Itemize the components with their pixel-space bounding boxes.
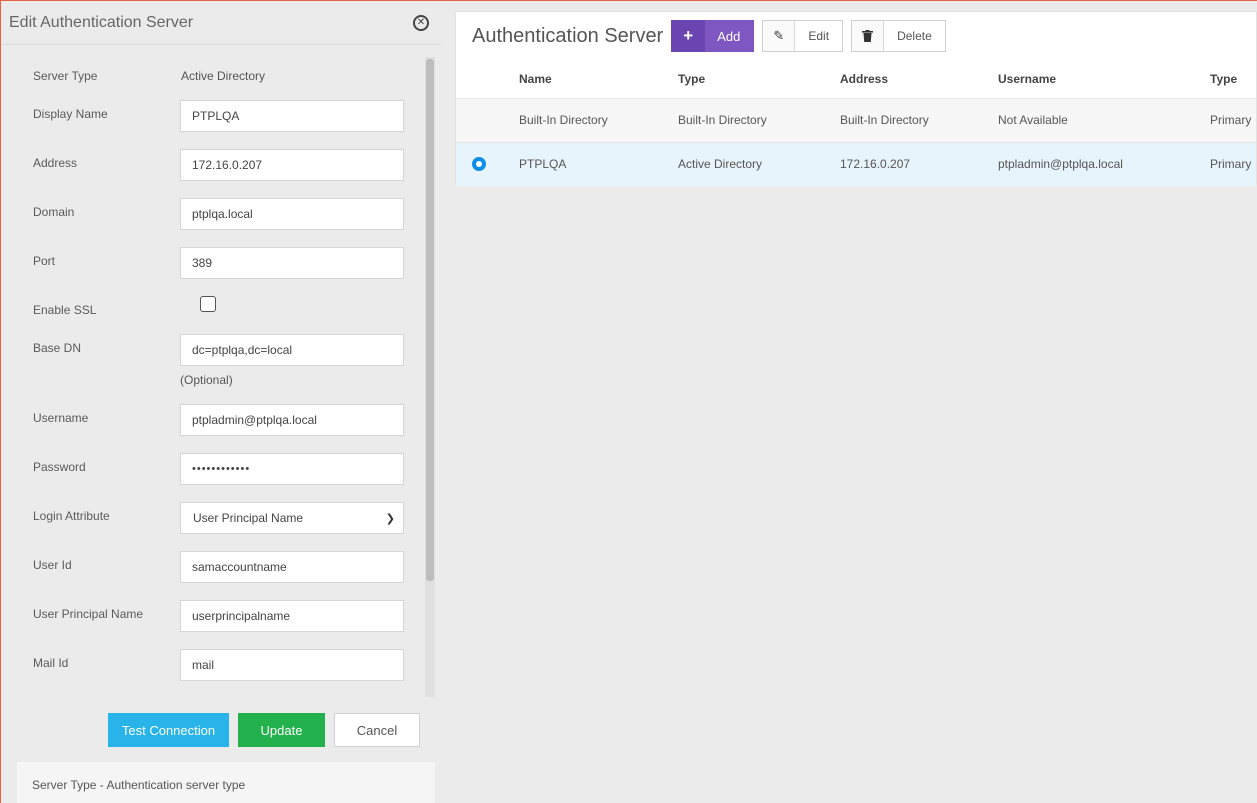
base-dn-label: Base DN (33, 341, 82, 355)
display-name-label: Display Name (33, 107, 108, 121)
login-attribute-label: Login Attribute (33, 509, 110, 523)
base-dn-input[interactable]: dc=ptplqa,dc=local (180, 334, 404, 366)
scrollbar-thumb[interactable] (426, 59, 434, 581)
column-header-name[interactable]: Name (519, 60, 678, 98)
help-text: Server Type - Authentication server type (17, 762, 435, 803)
server-type-value: Active Directory (181, 69, 266, 83)
table-header-row: Name Type Address Username Type (456, 60, 1256, 98)
servers-table: Name Type Address Username Type Built-In… (456, 60, 1256, 186)
user-principal-name-label: User Principal Name (33, 607, 144, 621)
cell-type: Built-In Directory (678, 97, 840, 142)
pencil-icon: ✎ (763, 21, 796, 51)
mail-id-label: Mail Id (33, 656, 69, 670)
user-id-label: User Id (33, 558, 72, 572)
plus-icon: + (671, 20, 706, 52)
user-principal-name-input[interactable]: userprincipalname (180, 600, 404, 632)
login-attribute-selected: User Principal Name (193, 511, 304, 525)
username-input[interactable]: ptpladmin@ptplqa.local (180, 404, 404, 436)
base-dn-hint: (Optional) (180, 373, 233, 387)
panel-header: Edit Authentication Server ✕ (1, 1, 441, 45)
cell-server-type: Primary (1210, 97, 1256, 142)
address-input[interactable]: 172.16.0.207 (180, 149, 404, 181)
cancel-button[interactable]: Cancel (334, 713, 420, 747)
edit-button-label: Edit (808, 29, 830, 43)
cell-username: Not Available (998, 97, 1210, 142)
cell-address: 172.16.0.207 (840, 141, 998, 186)
delete-button-label: Delete (897, 29, 932, 43)
enable-ssl-checkbox[interactable] (200, 296, 216, 312)
authentication-server-card: Authentication Server + Add ✎ Edit Delet… (455, 11, 1257, 186)
domain-input[interactable]: ptplqa.local (180, 198, 404, 230)
row-select-cell[interactable] (456, 97, 519, 142)
enable-ssl-label: Enable SSL (33, 303, 97, 317)
toolbar: Authentication Server + Add ✎ Edit Delet… (456, 12, 1256, 60)
cell-address: Built-In Directory (840, 97, 998, 142)
column-header-server-type[interactable]: Type (1210, 60, 1256, 98)
column-header-username[interactable]: Username (998, 60, 1210, 98)
port-label: Port (33, 254, 56, 268)
row-radio-selected[interactable] (472, 157, 486, 172)
table-row[interactable]: Built-In Directory Built-In Directory Bu… (456, 97, 1256, 142)
row-select-cell[interactable] (456, 141, 519, 186)
mail-id-input[interactable]: mail (180, 649, 404, 681)
close-icon[interactable]: ✕ (413, 14, 429, 31)
login-attribute-select[interactable]: User Principal Name ❯ (180, 502, 404, 534)
test-connection-button[interactable]: Test Connection (108, 713, 229, 747)
cell-type: Active Directory (678, 141, 840, 186)
cell-name: PTPLQA (519, 141, 678, 186)
select-column-header (456, 60, 519, 98)
main-area: Authentication Server + Add ✎ Edit Delet… (441, 0, 1257, 803)
form-scrollbar[interactable] (425, 57, 435, 697)
domain-label: Domain (33, 205, 75, 219)
add-button[interactable]: + Add (671, 20, 755, 52)
chevron-down-icon: ❯ (385, 512, 395, 525)
user-id-input[interactable]: samaccountname (180, 551, 404, 583)
add-button-label: Add (717, 28, 741, 44)
edit-button[interactable]: ✎ Edit (762, 20, 844, 52)
edit-authentication-server-panel: Edit Authentication Server ✕ Server Type… (0, 0, 441, 803)
port-input[interactable]: 389 (180, 247, 404, 279)
username-label: Username (33, 411, 89, 425)
form-area: Server Type Active Directory Display Nam… (17, 57, 425, 697)
column-header-type[interactable]: Type (678, 60, 840, 98)
cell-username: ptpladmin@ptplqa.local (998, 141, 1210, 186)
password-input[interactable]: •••••••••••• (180, 453, 404, 485)
panel-title: Edit Authentication Server (9, 13, 194, 31)
cell-name: Built-In Directory (519, 97, 678, 142)
page-title: Authentication Server (472, 24, 664, 47)
column-header-address[interactable]: Address (840, 60, 998, 98)
display-name-input[interactable]: PTPLQA (180, 100, 404, 132)
password-label: Password (33, 460, 86, 474)
table-row[interactable]: PTPLQA Active Directory 172.16.0.207 ptp… (456, 141, 1256, 186)
server-type-label: Server Type (33, 69, 98, 83)
delete-button[interactable]: Delete (851, 20, 946, 52)
cell-server-type: Primary (1210, 141, 1256, 186)
update-button[interactable]: Update (238, 713, 325, 747)
trash-icon (852, 21, 885, 51)
address-label: Address (33, 156, 78, 170)
